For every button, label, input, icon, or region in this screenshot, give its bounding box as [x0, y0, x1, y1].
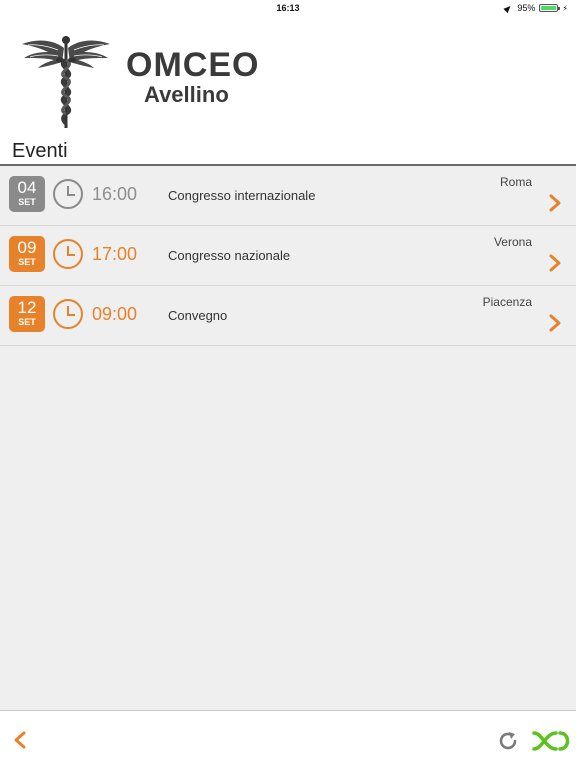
- app-title: OMCEO: [126, 46, 260, 84]
- clock-icon: [53, 299, 83, 329]
- status-time: 16:13: [276, 3, 300, 13]
- location-arrow-icon: [503, 3, 513, 13]
- section-header: Eventi: [0, 136, 576, 166]
- event-day: 12: [17, 298, 37, 317]
- event-month: SET: [18, 197, 36, 207]
- section-title: Eventi: [12, 140, 68, 162]
- event-time: 17:00: [92, 244, 138, 264]
- event-city: Piacenza: [482, 295, 532, 309]
- clock-icon: [53, 239, 83, 269]
- event-list: 04 SET 16:00 Congresso internazionale Ro…: [0, 166, 576, 346]
- event-day: 04: [17, 178, 37, 197]
- event-title: Congresso internazionale: [168, 188, 316, 203]
- bottom-toolbar: [0, 710, 576, 768]
- app-header: OMCEO Avellino: [0, 16, 576, 136]
- battery-tip: [558, 7, 561, 10]
- event-city: Verona: [493, 235, 532, 249]
- battery-level: [541, 6, 556, 10]
- list-item[interactable]: 04 SET 16:00 Congresso internazionale Ro…: [0, 166, 576, 226]
- charging-icon: ⚡: [562, 3, 568, 13]
- event-city: Roma: [499, 175, 532, 189]
- battery-icon: [539, 4, 561, 12]
- list-item[interactable]: 09 SET 17:00 Congresso nazionale Verona: [0, 226, 576, 286]
- date-badge: 04 SET: [9, 176, 45, 212]
- app-subtitle: Avellino: [144, 82, 229, 107]
- status-indicators: 95% ⚡: [503, 3, 568, 13]
- event-time: 09:00: [92, 304, 138, 324]
- date-badge: 12 SET: [9, 296, 45, 332]
- event-month: SET: [18, 317, 36, 327]
- battery-percentage: 95%: [517, 3, 536, 13]
- date-badge: 09 SET: [9, 236, 45, 272]
- clock-icon: [53, 179, 83, 209]
- chevron-left-icon[interactable]: [10, 729, 30, 751]
- event-month: SET: [18, 257, 36, 267]
- event-day: 09: [17, 238, 37, 257]
- brand-logo-icon: [532, 731, 570, 751]
- status-bar: 16:13 95% ⚡: [0, 0, 576, 16]
- event-time: 16:00: [92, 184, 138, 204]
- event-title: Congresso nazionale: [168, 248, 291, 263]
- refresh-icon[interactable]: [496, 729, 520, 753]
- chevron-right-icon: [549, 194, 561, 212]
- caduceus-icon: [22, 36, 110, 128]
- list-item[interactable]: 12 SET 09:00 Convegno Piacenza: [0, 286, 576, 346]
- event-title: Convegno: [168, 308, 228, 323]
- chevron-right-icon: [549, 254, 561, 272]
- chevron-right-icon: [549, 314, 561, 332]
